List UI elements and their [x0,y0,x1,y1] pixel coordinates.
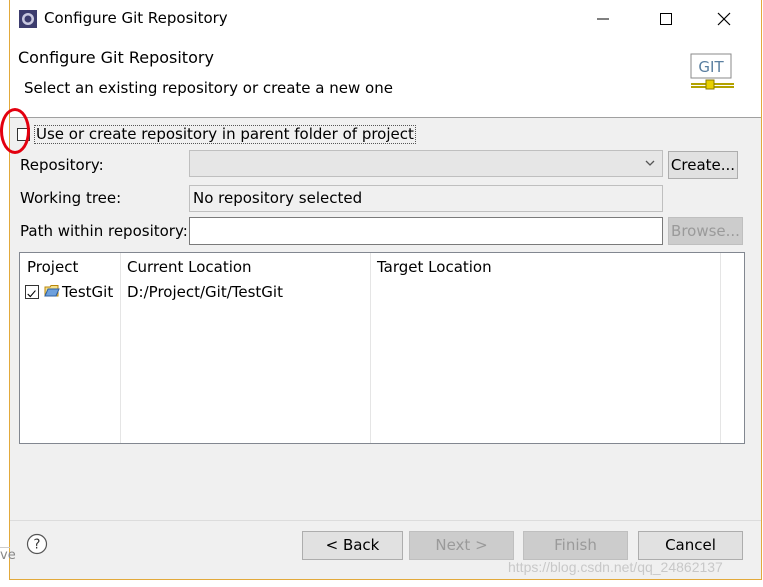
help-icon[interactable]: ? [26,533,48,555]
page-subtitle: Select an existing repository or create … [24,79,393,97]
next-button[interactable]: Next > [409,531,514,560]
project-row-checkbox[interactable] [25,285,39,299]
repository-label: Repository: [20,156,104,174]
finish-button[interactable]: Finish [523,531,628,560]
wizard-header: Configure Git Repository Select an exist… [10,38,761,118]
watermark-text: https://blog.csdn.net/qq_24862137 [508,559,723,575]
path-within-repository-input[interactable] [189,217,663,245]
highlight-circle-annotation [0,108,30,154]
column-header-target-location[interactable]: Target Location [377,258,492,276]
background-text: ve [0,548,16,563]
maximize-button[interactable] [653,6,679,32]
working-tree-field: No repository selected [189,185,663,212]
git-logo-icon: GIT [690,53,734,90]
back-button[interactable]: < Back [302,531,403,560]
create-repository-button[interactable]: Create... [668,151,738,179]
title-bar: Configure Git Repository [10,0,761,38]
window-title: Configure Git Repository [44,9,228,27]
use-parent-folder-label[interactable]: Use or create repository in parent folde… [34,125,416,144]
column-header-current-location[interactable]: Current Location [127,258,252,276]
projects-table[interactable]: Project Current Location Target Location… [19,252,745,444]
checkmark-icon [27,290,36,298]
configure-git-dialog: Configure Git Repository Configure Git R… [9,0,762,580]
eclipse-app-icon [19,10,37,28]
svg-text:?: ? [34,538,41,553]
folder-icon [44,285,60,297]
footer-divider [10,520,761,521]
cancel-button[interactable]: Cancel [638,531,743,560]
browse-button[interactable]: Browse... [668,217,743,245]
column-header-project[interactable]: Project [27,258,78,276]
repository-combo[interactable] [189,150,663,177]
project-name-cell: TestGit [62,283,114,301]
page-title: Configure Git Repository [18,48,214,67]
column-separator [370,253,371,443]
path-within-repository-label: Path within repository: [20,222,188,240]
column-separator [120,253,121,443]
current-location-cell: D:/Project/Git/TestGit [127,283,283,301]
minimize-button[interactable] [590,6,616,32]
git-logo-text: GIT [698,58,724,76]
chevron-down-icon [645,160,655,166]
close-button[interactable] [711,6,737,32]
working-tree-label: Working tree: [20,189,122,207]
column-separator [720,253,721,443]
